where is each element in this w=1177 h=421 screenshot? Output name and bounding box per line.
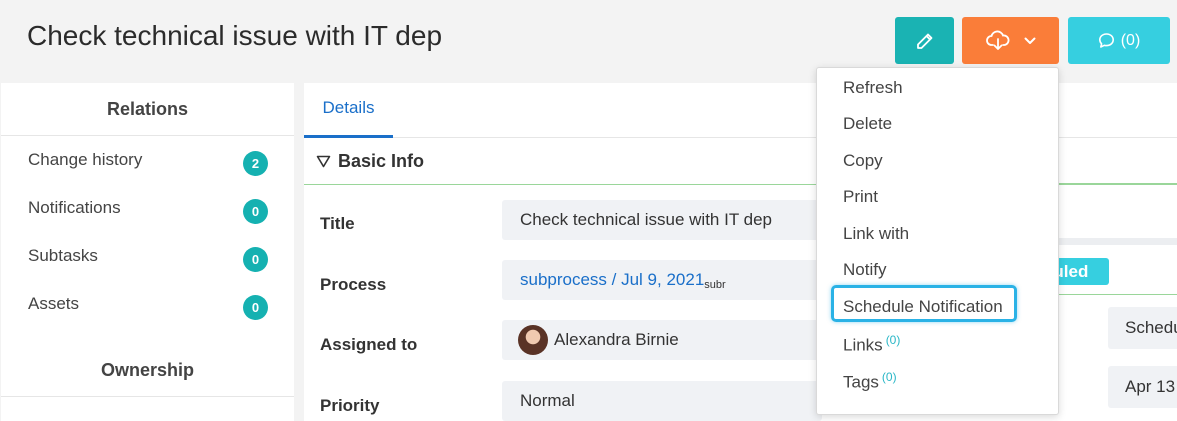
relation-change-history[interactable]: Change history 2 [1,136,294,184]
tab-details[interactable]: Details [304,83,393,138]
title-field[interactable]: Check technical issue with IT dep [502,200,822,240]
comments-button[interactable]: (0) [1068,17,1170,64]
relation-label: Change history [28,150,143,169]
menu-item-links[interactable]: Links (0) [843,333,900,356]
cloud-download-icon [985,30,1009,50]
assigned-to-field[interactable]: Alexandra Birnie [502,320,822,360]
menu-item-refresh[interactable]: Refresh [843,78,903,98]
relation-label: Notifications [28,198,121,217]
download-menu-button[interactable] [962,17,1059,64]
count-badge: 0 [243,246,268,272]
priority-field[interactable]: Normal [502,381,822,421]
comments-count: (0) [1120,31,1141,49]
count-badge: 0 [243,198,268,224]
menu-item-print[interactable]: Print [843,187,878,207]
schedule-type-field[interactable]: Schedu [1108,307,1177,349]
pencil-icon [916,33,932,49]
relation-label: Assets [28,294,80,313]
page-title: Check technical issue with IT dep [27,20,443,51]
count-badge: 0 [243,294,268,320]
chevron-down-icon [1024,37,1035,44]
process-suffix: subr [704,279,726,291]
field-label-process: Process [320,275,387,294]
relation-assets[interactable]: Assets 0 [1,280,294,328]
links-count: (0) [885,333,901,347]
relation-label: Subtasks [28,246,98,265]
menu-item-tags[interactable]: Tags (0) [843,370,897,393]
ownership-heading: Ownership [1,344,294,397]
relation-notifications[interactable]: Notifications 0 [1,184,294,232]
menu-item-schedule-notification[interactable]: Schedule Notification [843,297,1003,317]
avatar [518,325,548,355]
relations-heading: Relations [1,83,294,136]
edit-button[interactable] [895,17,954,64]
triangle-down-icon [316,155,331,167]
comment-icon [1098,33,1114,48]
menu-item-label: Tags [843,372,879,392]
field-label-title: Title [320,214,355,233]
section-title: Basic Info [338,150,425,171]
field-label-priority: Priority [320,396,380,415]
actions-dropdown-menu: Refresh Delete Copy Print Link with Noti… [816,67,1059,415]
relations-panel: Relations Change history 2 Notifications… [1,83,294,421]
count-badge: 2 [243,150,268,176]
menu-item-notify[interactable]: Notify [843,260,886,280]
assignee-name: Alexandra Birnie [554,330,679,349]
menu-item-label: Links [843,335,883,355]
menu-item-link-with[interactable]: Link with [843,224,909,244]
process-link[interactable]: subprocess / Jul 9, 2021 [520,270,704,290]
menu-item-copy[interactable]: Copy [843,151,883,171]
tags-count: (0) [881,370,897,384]
process-field[interactable]: subprocess / Jul 9, 2021 subr [502,260,822,300]
field-label-assigned-to: Assigned to [320,335,418,354]
relation-subtasks[interactable]: Subtasks 0 [1,232,294,280]
menu-item-delete[interactable]: Delete [843,114,892,134]
schedule-date-field[interactable]: Apr 13 [1108,366,1177,408]
